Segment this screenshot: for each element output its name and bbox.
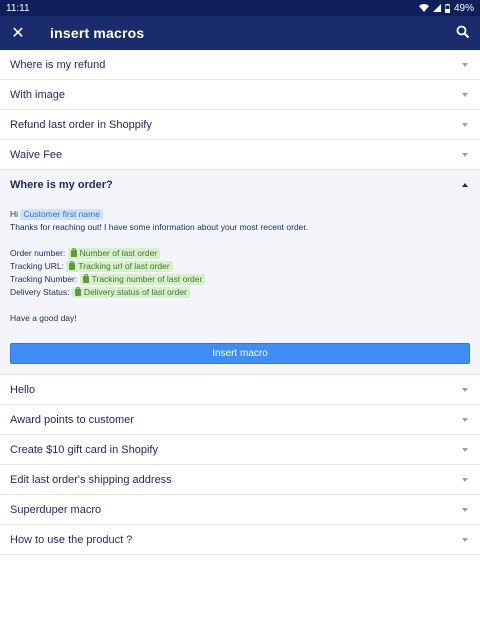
chevron-down-icon[interactable]	[462, 417, 468, 422]
macro-item[interactable]: Create $10 gift card in Shopify	[0, 435, 480, 465]
macro-label: Where is my refund	[10, 58, 106, 71]
macro-label: How to use the product ?	[10, 533, 133, 546]
shopify-bag-icon	[74, 287, 81, 296]
field-label: Tracking URL:	[10, 261, 65, 271]
chevron-up-icon[interactable]	[462, 183, 468, 187]
shopify-bag-icon	[70, 248, 77, 257]
variable-tag: Tracking number of last order	[79, 274, 206, 285]
field-line: Tracking URL: Tracking url of last order	[10, 260, 470, 273]
chevron-down-icon[interactable]	[462, 387, 468, 392]
shopify-bag-icon	[82, 274, 89, 283]
signal-icon	[432, 4, 441, 12]
macro-item[interactable]: With image	[0, 80, 480, 110]
macro-item[interactable]: How to use the product ?	[0, 525, 480, 555]
battery-level: 49%	[453, 2, 474, 14]
macro-label: Edit last order's shipping address	[10, 473, 172, 486]
customer-first-name-tag: Customer first name	[20, 209, 103, 220]
status-time: 11:11	[6, 2, 30, 14]
closing-text: Have a good day!	[10, 313, 77, 323]
expanded-macro-title: Where is my order?	[10, 179, 113, 191]
close-icon[interactable]: ✕	[10, 23, 26, 43]
macro-label: Superduper macro	[10, 503, 102, 516]
macro-label: Award points to customer	[10, 413, 134, 426]
macro-preview: Hi Customer first name Thanks for reachi…	[0, 200, 480, 331]
macro-item[interactable]: Where is my refund	[0, 50, 480, 80]
shopify-bag-icon	[69, 261, 76, 270]
expanded-macro-header[interactable]: Where is my order?	[0, 170, 480, 200]
battery-icon	[444, 3, 450, 13]
macro-item[interactable]: Superduper macro	[0, 495, 480, 525]
status-icons: 49%	[418, 2, 474, 14]
field-label: Tracking Number:	[10, 274, 78, 284]
chevron-down-icon[interactable]	[462, 92, 468, 97]
wifi-icon	[418, 4, 429, 12]
chevron-down-icon[interactable]	[462, 152, 468, 157]
chevron-down-icon[interactable]	[462, 122, 468, 127]
field-line: Delivery Status: Delivery status of last…	[10, 286, 470, 299]
chevron-down-icon[interactable]	[462, 537, 468, 542]
greeting-line: Hi Customer first name	[10, 208, 470, 221]
macro-item[interactable]: Hello	[0, 375, 480, 405]
field-label: Delivery Status:	[10, 287, 70, 297]
status-bar: 11:11 49%	[0, 0, 480, 16]
variable-tag: Delivery status of last order	[71, 287, 190, 298]
field-label: Order number:	[10, 248, 66, 258]
page-title: insert macros	[50, 25, 145, 41]
macro-item[interactable]: Award points to customer	[0, 405, 480, 435]
macro-label: Waive Fee	[10, 148, 63, 161]
search-icon[interactable]	[456, 25, 470, 39]
variable-tag: Tracking url of last order	[66, 261, 173, 272]
variable-tag-label: Delivery status of last order	[83, 287, 187, 297]
variable-tag-label: Tracking url of last order	[78, 261, 170, 271]
field-line: Order number: Number of last order	[10, 247, 470, 260]
app-bar: ✕ insert macros	[0, 16, 480, 50]
macro-item[interactable]: Edit last order's shipping address	[0, 465, 480, 495]
macro-label: Refund last order in Shoppify	[10, 118, 152, 131]
variable-tag-label: Tracking number of last order	[91, 274, 203, 284]
chevron-down-icon[interactable]	[462, 477, 468, 482]
chevron-down-icon[interactable]	[462, 507, 468, 512]
macro-item[interactable]: Waive Fee	[0, 140, 480, 170]
variable-tag-label: Number of last order	[79, 248, 158, 258]
expanded-macro: Where is my order? Hi Customer first nam…	[0, 170, 480, 375]
intro-text: Thanks for reaching out! I have some inf…	[10, 222, 309, 232]
macro-label: Hello	[10, 383, 36, 396]
macro-item[interactable]: Refund last order in Shoppify	[0, 110, 480, 140]
macro-label: With image	[10, 88, 66, 101]
insert-macro-button[interactable]: Insert macro	[10, 343, 470, 364]
field-line: Tracking Number: Tracking number of last…	[10, 273, 470, 286]
macro-list: Where is my refund With image Refund las…	[0, 50, 480, 555]
greeting-text: Hi	[10, 209, 19, 219]
macro-label: Create $10 gift card in Shopify	[10, 443, 158, 456]
variable-tag: Number of last order	[67, 248, 161, 259]
chevron-down-icon[interactable]	[462, 447, 468, 452]
chevron-down-icon[interactable]	[462, 62, 468, 67]
